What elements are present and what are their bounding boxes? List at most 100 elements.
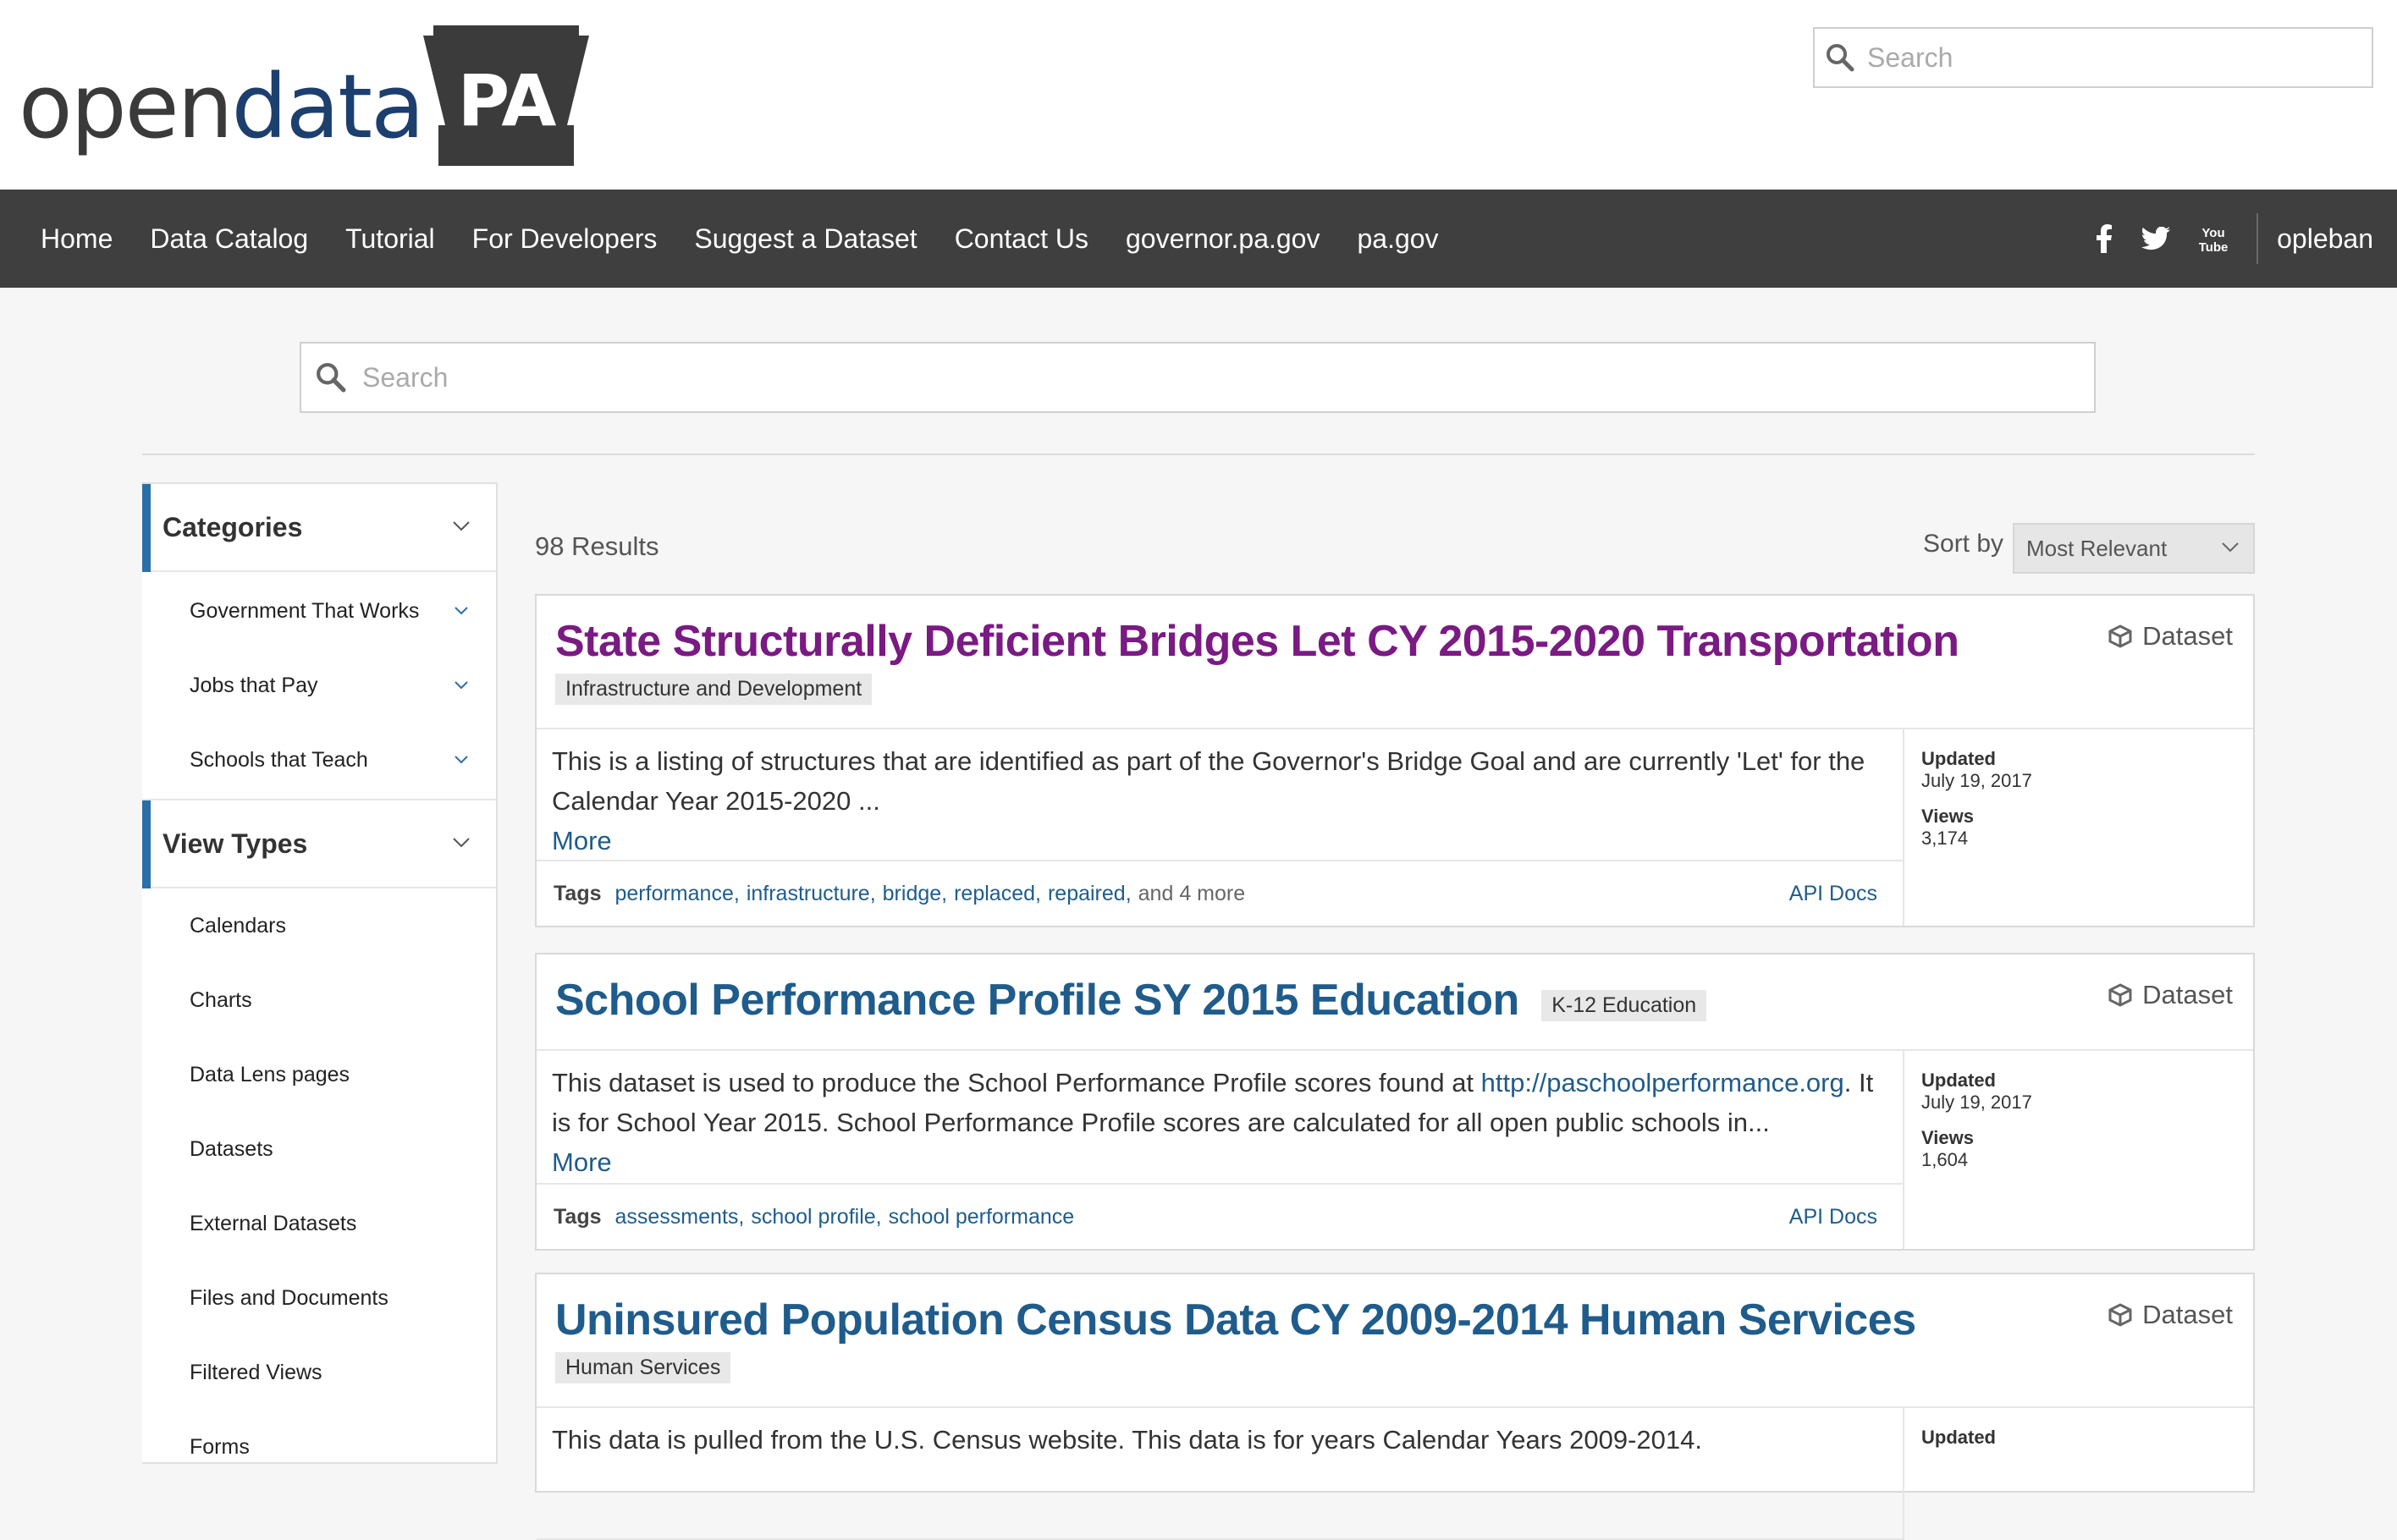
- chevron-down-icon: [455, 607, 468, 615]
- tag-link[interactable]: repaired: [1048, 882, 1126, 906]
- category-label: Government That Works: [190, 598, 420, 623]
- tags-row: Tags performance, infrastructure, bridge…: [554, 881, 1877, 906]
- results-count: 98 Results: [535, 531, 659, 561]
- chevron-down-icon: [453, 838, 470, 848]
- logo-pa-text: PA: [457, 59, 557, 142]
- updated-date: July 19, 2017: [1921, 1092, 2032, 1113]
- tags-row: Tags assessments, school profile, school…: [554, 1204, 1877, 1229]
- user-menu-link[interactable]: opleban: [2277, 223, 2373, 255]
- nav-for-developers[interactable]: For Developers: [472, 223, 658, 255]
- view-type-charts[interactable]: Charts: [142, 963, 496, 1037]
- twitter-icon[interactable]: [2141, 227, 2171, 250]
- nav-tutorial[interactable]: Tutorial: [345, 223, 435, 255]
- svg-text:Tube: Tube: [2199, 240, 2228, 254]
- sort-label: Sort by: [1923, 530, 2004, 558]
- tag-link[interactable]: bridge: [883, 882, 942, 906]
- view-type-filtered-views[interactable]: Filtered Views: [142, 1335, 496, 1410]
- view-types-header[interactable]: View Types: [142, 800, 496, 888]
- category-schools-that-teach[interactable]: Schools that Teach: [142, 723, 496, 797]
- result-card: State Structurally Deficient Bridges Let…: [535, 594, 2255, 927]
- result-title-link[interactable]: Uninsured Population Census Data CY 2009…: [555, 1295, 1916, 1345]
- chevron-down-icon: [455, 681, 468, 690]
- search-icon: [301, 342, 361, 413]
- facebook-icon[interactable]: [2096, 224, 2113, 253]
- category-label: Jobs that Pay: [190, 673, 318, 697]
- nav-governor-pa-gov[interactable]: governor.pa.gov: [1126, 223, 1320, 255]
- view-type-forms[interactable]: Forms: [142, 1410, 496, 1484]
- result-meta: Updated July 19, 2017 Views 3,174: [1921, 748, 2032, 849]
- categories-title: Categories: [163, 511, 303, 542]
- chevron-down-icon: [455, 756, 468, 764]
- dataset-cube-icon: [2108, 1303, 2132, 1327]
- header-search-input[interactable]: [1865, 41, 2356, 74]
- logo-open-text: open: [19, 55, 234, 158]
- result-description: This data is pulled from the U.S. Census…: [537, 1408, 1903, 1540]
- nav-pa-gov[interactable]: pa.gov: [1357, 223, 1438, 255]
- nav-data-catalog[interactable]: Data Catalog: [150, 223, 308, 255]
- result-meta: Updated July 19, 2017 Views 1,604: [1921, 1070, 2032, 1170]
- catalog-search-input[interactable]: [361, 360, 2079, 394]
- nav-home[interactable]: Home: [41, 223, 113, 255]
- category-tag[interactable]: Human Services: [555, 1352, 731, 1383]
- updated-date: July 19, 2017: [1921, 770, 2032, 791]
- api-docs-link[interactable]: API Docs: [1789, 1205, 1877, 1229]
- external-link[interactable]: http://paschoolperformance.org: [1481, 1068, 1844, 1097]
- result-card: Uninsured Population Census Data CY 2009…: [535, 1273, 2255, 1540]
- view-type-external-datasets[interactable]: External Datasets: [142, 1186, 496, 1261]
- catalog-search-box[interactable]: [300, 342, 2096, 413]
- view-type-calendars[interactable]: Calendars: [142, 888, 496, 963]
- chevron-down-icon: [2222, 542, 2239, 553]
- site-header: opendata PA: [0, 0, 2397, 190]
- dataset-type-label: Dataset: [2142, 1300, 2233, 1329]
- view-type-files-and-documents[interactable]: Files and Documents: [142, 1261, 496, 1335]
- dataset-cube-icon: [2108, 624, 2132, 648]
- tag-link[interactable]: school performance: [889, 1205, 1075, 1229]
- tag-link[interactable]: infrastructure: [747, 882, 870, 906]
- dataset-cube-icon: [2108, 983, 2132, 1007]
- category-jobs-that-pay[interactable]: Jobs that Pay: [142, 648, 496, 723]
- sort-dropdown[interactable]: Most Relevant: [2013, 523, 2255, 574]
- result-description: This is a listing of structures that are…: [537, 729, 1903, 861]
- result-description: This dataset is used to produce the Scho…: [537, 1051, 1903, 1185]
- dataset-type-badge: Dataset: [2108, 980, 2233, 1010]
- more-link[interactable]: More: [552, 821, 1886, 861]
- filter-sidebar: Categories Government That Works Jobs th…: [142, 482, 498, 1464]
- result-title-link[interactable]: School Performance Profile SY 2015 Educa…: [555, 976, 1519, 1025]
- view-types-title: View Types: [163, 828, 308, 859]
- tags-label: Tags: [554, 881, 602, 905]
- more-tags-text[interactable]: and 4 more: [1138, 882, 1245, 906]
- dataset-type-label: Dataset: [2142, 621, 2233, 651]
- search-icon: [1815, 27, 1865, 88]
- sort-value: Most Relevant: [2026, 535, 2168, 561]
- nav-divider: [2256, 213, 2259, 264]
- category-label: Schools that Teach: [190, 747, 368, 772]
- youtube-icon[interactable]: You Tube: [2199, 223, 2228, 254]
- tag-link[interactable]: assessments: [615, 1205, 739, 1229]
- dataset-type-label: Dataset: [2142, 980, 2233, 1009]
- api-docs-link[interactable]: API Docs: [1789, 882, 1877, 906]
- tag-link[interactable]: replaced: [954, 882, 1035, 906]
- main-navigation: Home Data Catalog Tutorial For Developer…: [0, 190, 2397, 288]
- tag-link[interactable]: school profile: [751, 1205, 875, 1229]
- view-type-data-lens-pages[interactable]: Data Lens pages: [142, 1037, 496, 1112]
- more-link[interactable]: More: [552, 1142, 1886, 1182]
- nav-suggest-dataset[interactable]: Suggest a Dataset: [694, 223, 917, 255]
- nav-contact-us[interactable]: Contact Us: [955, 223, 1088, 255]
- divider-line: [142, 454, 2255, 455]
- result-meta: Updated: [1921, 1427, 1996, 1448]
- category-tag[interactable]: Infrastructure and Development: [555, 674, 873, 705]
- views-count: 1,604: [1921, 1149, 1969, 1170]
- categories-header[interactable]: Categories: [142, 484, 496, 572]
- dataset-type-badge: Dataset: [2108, 1300, 2233, 1330]
- tag-link[interactable]: performance: [615, 882, 734, 906]
- view-type-datasets[interactable]: Datasets: [142, 1112, 496, 1186]
- keystone-logo-icon: PA: [423, 25, 589, 166]
- tags-label: Tags: [554, 1204, 602, 1229]
- logo-data-text: data: [231, 55, 425, 158]
- views-count: 3,174: [1921, 828, 1969, 849]
- result-title-link[interactable]: State Structurally Deficient Bridges Let…: [555, 617, 1959, 666]
- dataset-type-badge: Dataset: [2108, 621, 2233, 652]
- header-search-box[interactable]: [1813, 27, 2373, 88]
- category-tag[interactable]: K-12 Education: [1541, 990, 1707, 1022]
- category-government-that-works[interactable]: Government That Works: [142, 574, 496, 648]
